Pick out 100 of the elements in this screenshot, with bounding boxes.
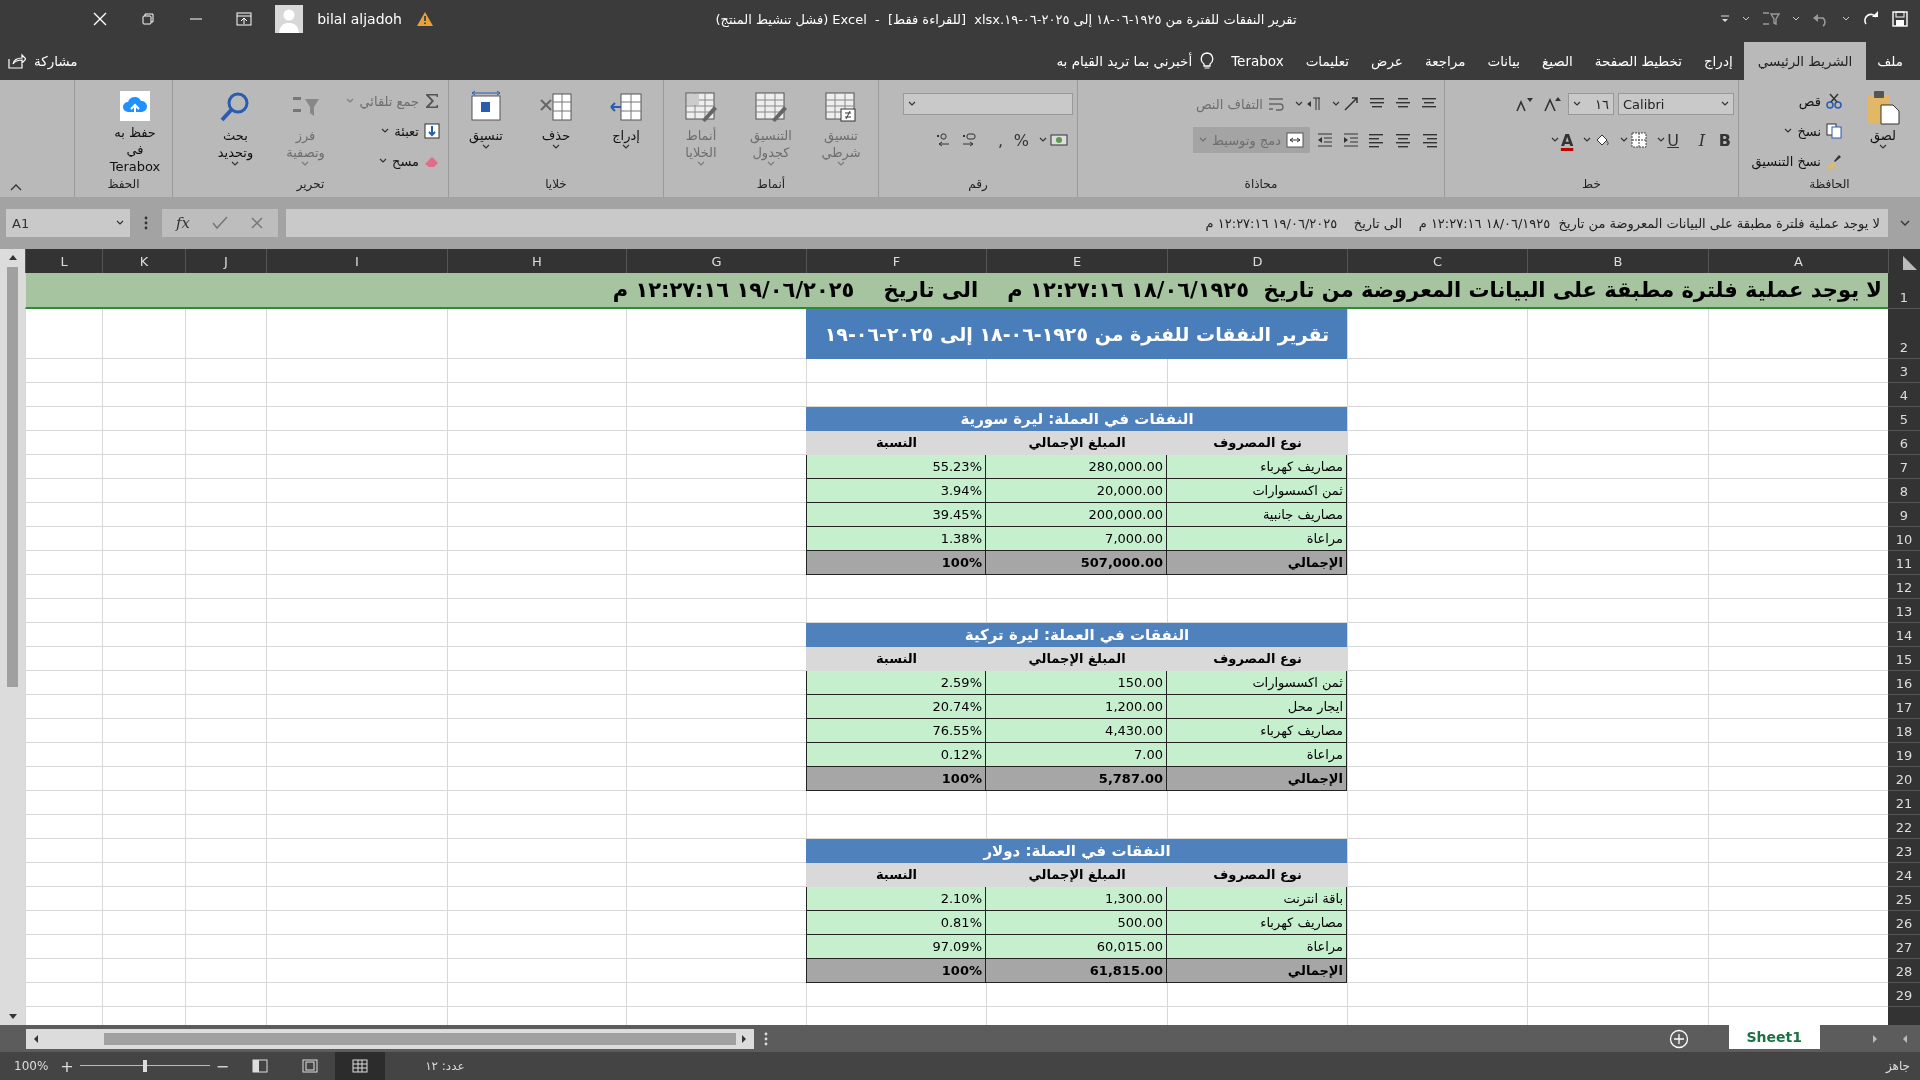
- ribbon-button[interactable]: تنسيق: [453, 85, 519, 177]
- insert-cells-icon: [609, 90, 643, 124]
- table-cell: 39.45%: [806, 503, 986, 527]
- warning-icon[interactable]: [416, 11, 434, 27]
- name-box[interactable]: A1: [6, 209, 130, 237]
- table-heading: النفقات في العملة: دولار: [806, 839, 1347, 863]
- ribbon-button[interactable]: مسح: [375, 147, 444, 175]
- scroll-down-icon[interactable]: [7, 1013, 18, 1021]
- share-button[interactable]: مشاركة: [0, 42, 78, 80]
- table-cell: 150.00: [986, 671, 1167, 695]
- scroll-thumb[interactable]: [104, 1032, 736, 1045]
- vertical-scrollbar[interactable]: [0, 249, 25, 1025]
- caret-icon[interactable]: [1742, 16, 1750, 22]
- table-cell: باقة انترنت: [1167, 887, 1347, 911]
- insert-function-button[interactable]: fx: [176, 214, 190, 232]
- ribbon-button[interactable]: نسخ: [1780, 117, 1846, 145]
- ribbon-tab[interactable]: Terabox: [1220, 42, 1295, 80]
- indent-icon: [1343, 132, 1359, 148]
- table-cell: 7.00: [986, 743, 1167, 767]
- table-cell: 100%: [806, 959, 986, 983]
- table-cell: مصاريف جانبية: [1167, 503, 1347, 527]
- report-title: تقرير النفقات للفترة من ١٩٢٥-٠٦-١٨ إلى ٢٠٢٥-٠٦-١٩: [806, 309, 1347, 359]
- select-all-icon[interactable]: [1903, 256, 1917, 270]
- scroll-left-icon[interactable]: [32, 1033, 40, 1044]
- ribbon-tab[interactable]: بيانات: [1476, 42, 1531, 80]
- table-cell: مراعاة: [1167, 527, 1347, 551]
- table-cell: مراعاة: [1167, 743, 1347, 767]
- group-label: الحافظة: [1808, 177, 1851, 193]
- ribbon-tab[interactable]: الصيغ: [1530, 42, 1584, 80]
- table-cell: مصاريف كهرباء: [1167, 911, 1347, 935]
- page-icon: [302, 1059, 319, 1073]
- dropdown-field[interactable]: [903, 93, 1073, 115]
- zoom-slider[interactable]: [79, 1058, 210, 1074]
- slider-thumb[interactable]: [142, 1060, 147, 1072]
- ribbon-tab[interactable]: تخطيط الصفحة: [1583, 42, 1693, 80]
- horizontal-scrollbar[interactable]: [26, 1028, 754, 1049]
- add-sheet-icon[interactable]: [1668, 1028, 1689, 1049]
- ribbon-button[interactable]: حذف: [523, 85, 589, 177]
- group-label: خلايا: [544, 177, 568, 193]
- borders-icon: [1631, 132, 1648, 148]
- format-button[interactable]: ,: [984, 128, 1006, 152]
- align-center-icon: [1395, 132, 1411, 148]
- redo-icon[interactable]: [1862, 11, 1880, 27]
- ribbon-button[interactable]: لصق: [1850, 85, 1916, 177]
- ribbon-tab[interactable]: إدراج: [1692, 42, 1744, 80]
- table-cell: 1.38%: [806, 527, 986, 551]
- ribbon-tab[interactable]: الشريط الرئيسي: [1743, 42, 1867, 80]
- ribbon-tab[interactable]: عرض: [1360, 42, 1414, 80]
- save-icon[interactable]: [1892, 11, 1908, 27]
- ribbon-button[interactable]: حفظ به في Terabox: [102, 85, 168, 177]
- group-label: خط: [1581, 177, 1602, 193]
- customize-icon[interactable]: [1720, 14, 1730, 24]
- view-button[interactable]: [335, 1052, 386, 1080]
- ribbon-tab[interactable]: مراجعة: [1413, 42, 1477, 80]
- column-heading: النسبة: [806, 431, 986, 455]
- sort-icon[interactable]: [1762, 11, 1780, 27]
- table-cell: 200,000.00: [986, 503, 1167, 527]
- column-heading: نوع المصروف: [1167, 863, 1347, 887]
- scroll-right-icon[interactable]: [740, 1033, 748, 1044]
- tell-me-field[interactable]: أخبرني بما تريد القيام به: [1048, 42, 1201, 80]
- fill-down-icon: [424, 123, 440, 139]
- caret-icon[interactable]: [1842, 16, 1850, 22]
- ribbon-button[interactable]: تعبئة: [377, 117, 444, 145]
- ribbon-button[interactable]: بحث وتحديد: [202, 85, 269, 177]
- scissors-icon: [1826, 93, 1842, 109]
- zoom-in-button[interactable]: +: [54, 1056, 80, 1076]
- caret-icon[interactable]: [1792, 16, 1800, 22]
- ribbon-tab[interactable]: ملف: [1866, 42, 1914, 80]
- table-heading: النفقات في العملة: ليرة تركية: [806, 623, 1347, 647]
- increase-font-icon: [1543, 96, 1561, 112]
- caret-icon: [116, 220, 124, 226]
- scroll-thumb[interactable]: [7, 267, 18, 687]
- ribbon-button[interactable]: نسخ التنسيق: [1747, 147, 1846, 175]
- sigma-icon: [424, 93, 440, 109]
- scroll-up-icon[interactable]: [7, 253, 18, 261]
- format-button[interactable]: A: [1547, 128, 1577, 152]
- grid-icon: [352, 1059, 369, 1073]
- collapse-ribbon-icon[interactable]: [10, 183, 22, 191]
- dropdown-field[interactable]: Calibri: [1618, 93, 1734, 115]
- format-button[interactable]: B: [1712, 128, 1734, 152]
- wrap-text-icon: [1268, 96, 1284, 112]
- sheet-tab[interactable]: Sheet1: [1728, 1025, 1820, 1049]
- formula-field[interactable]: لا يوجد عملية فلترة مطبقة على البيانات المعروضة من تاريخ ١٨/٠٦/١٩٢٥ ١٢:٢٧:١٦ م الى تاريخ ١٩/٠٦/٢٠٢٥ ١٢:٢٧:١٦ م: [286, 209, 1888, 237]
- dropdown-field[interactable]: ١٦: [1568, 93, 1614, 115]
- ribbon-tab[interactable]: تعليمات: [1294, 42, 1361, 80]
- format-button[interactable]: %: [1010, 128, 1032, 152]
- format-button[interactable]: U: [1654, 128, 1682, 152]
- zoom-out-button[interactable]: −: [209, 1056, 236, 1076]
- ribbon-button[interactable]: إدراج: [593, 85, 659, 177]
- table-cell: 500.00: [986, 911, 1167, 935]
- decrease-font-icon: [1515, 96, 1533, 112]
- table-cell: 507,000.00: [986, 551, 1167, 575]
- group-label: رقم: [967, 177, 989, 193]
- format-button[interactable]: I: [1686, 128, 1708, 152]
- table-cell: 280,000.00: [986, 455, 1167, 479]
- table-cell: 100%: [806, 767, 986, 791]
- ribbon-button[interactable]: قص: [1794, 87, 1846, 115]
- avatar-icon[interactable]: [275, 5, 304, 33]
- user-name[interactable]: bilal aljadoh: [317, 11, 402, 27]
- table-cell: 76.55%: [806, 719, 986, 743]
